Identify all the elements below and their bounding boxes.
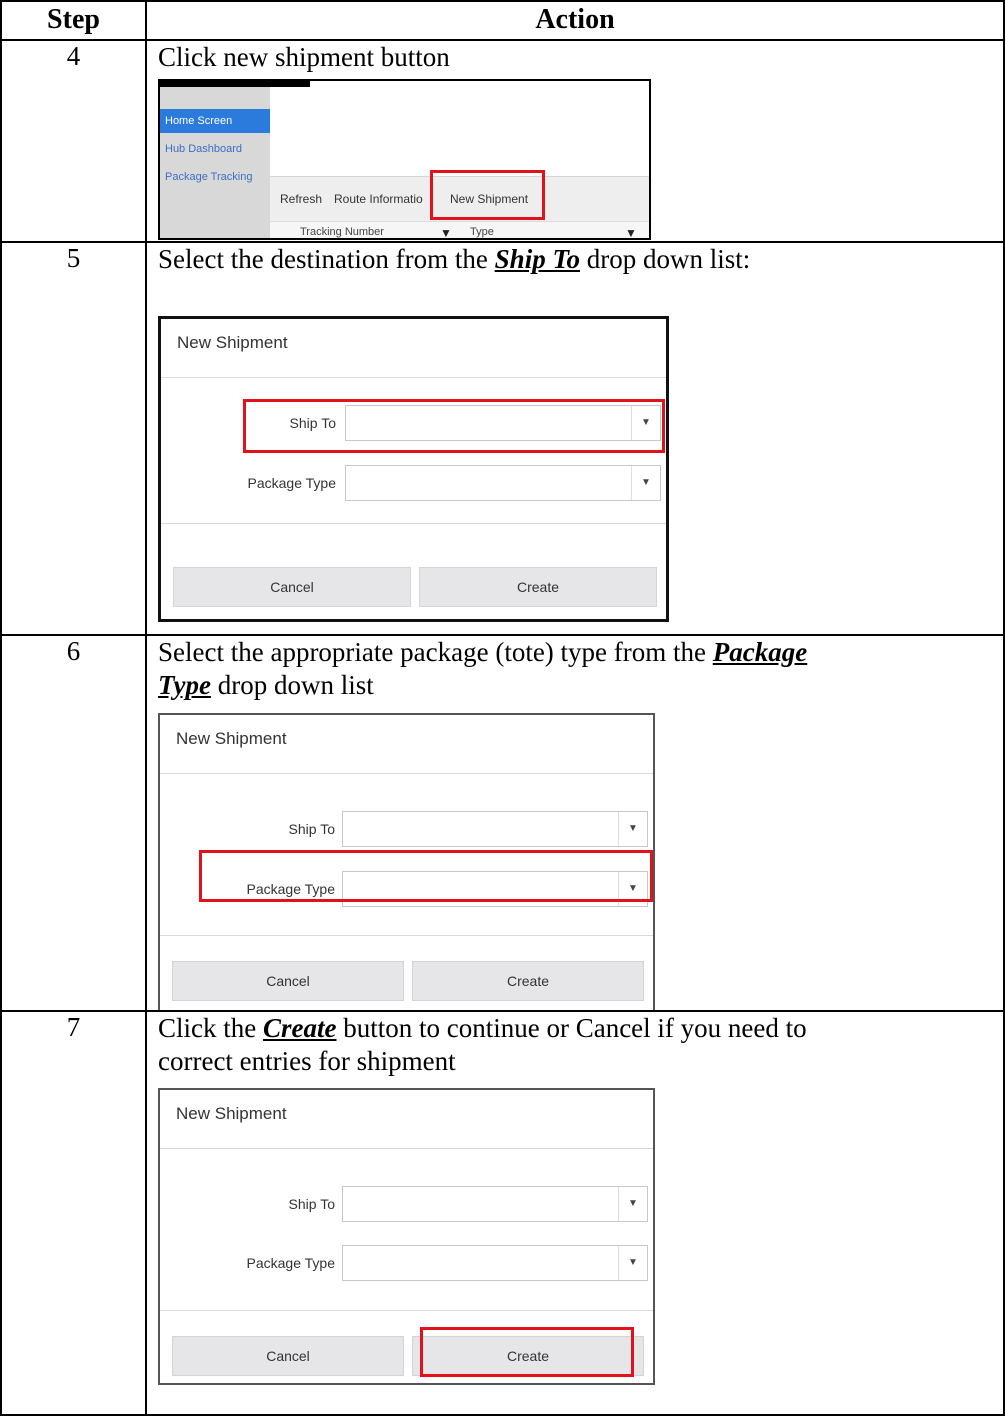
step-instruction: Click new shipment button bbox=[158, 42, 450, 72]
package-type-select[interactable]: ▼ bbox=[342, 1245, 648, 1281]
highlight-new-shipment bbox=[430, 170, 545, 220]
table-column-divider bbox=[145, 0, 147, 1416]
ship-to-select[interactable]: ▼ bbox=[342, 1186, 648, 1222]
step-instruction: Click the Create button to continue or C… bbox=[158, 1012, 978, 1078]
refresh-button[interactable]: Refresh bbox=[280, 177, 322, 221]
ship-to-label: Ship To bbox=[288, 1196, 335, 1212]
instruction-text: Select the appropriate package (tote) ty… bbox=[158, 637, 713, 667]
instruction-table: Step Action 4 Click new shipment button … bbox=[0, 0, 1005, 1416]
instruction-text: correct entries for shipment bbox=[158, 1046, 456, 1076]
table-border-left bbox=[0, 0, 2, 1416]
new-shipment-dialog: New Shipment Ship To ▼ Package Type ▼ Ca… bbox=[158, 316, 669, 622]
dialog-title: New Shipment bbox=[177, 333, 288, 352]
step-instruction: Select the appropriate package (tote) ty… bbox=[158, 636, 978, 702]
chevron-down-icon[interactable]: ▼ bbox=[618, 812, 647, 846]
highlight-create bbox=[420, 1327, 634, 1377]
sidebar-item-hub-dashboard[interactable]: Hub Dashboard bbox=[160, 137, 270, 161]
dialog-divider bbox=[160, 1148, 653, 1149]
step-number: 7 bbox=[66, 1012, 81, 1042]
keyword-package: Package bbox=[712, 637, 808, 667]
dialog-divider bbox=[160, 773, 653, 774]
keyword-type: Type bbox=[158, 670, 211, 700]
instruction-text: Click the bbox=[158, 1013, 263, 1043]
step-instruction: Select the destination from the Ship To … bbox=[158, 243, 978, 276]
screenshot-new-shipment-toolbar: Home Screen Hub Dashboard Package Tracki… bbox=[158, 79, 651, 240]
create-button[interactable]: Create bbox=[419, 567, 657, 607]
dialog-divider bbox=[161, 523, 666, 524]
package-type-label: Package Type bbox=[247, 475, 336, 491]
cancel-button[interactable]: Cancel bbox=[172, 1336, 404, 1376]
route-information-button[interactable]: Route Informatio bbox=[334, 177, 423, 221]
keyword-create: Create bbox=[262, 1013, 337, 1043]
dialog-title: New Shipment bbox=[176, 1104, 287, 1123]
cancel-button[interactable]: Cancel bbox=[173, 567, 411, 607]
header-action: Action bbox=[535, 4, 615, 35]
create-button[interactable]: Create bbox=[412, 961, 644, 1001]
dialog-divider bbox=[161, 377, 666, 378]
dialog-divider bbox=[160, 935, 653, 936]
instruction-text: drop down list bbox=[210, 670, 374, 700]
highlight-package-type bbox=[199, 850, 653, 902]
step-number: 4 bbox=[66, 41, 81, 71]
dialog-title: New Shipment bbox=[176, 729, 287, 748]
ship-to-label: Ship To bbox=[288, 821, 335, 837]
sidebar-item-package-tracking[interactable]: Package Tracking bbox=[160, 165, 270, 189]
filter-icon[interactable]: ▼ bbox=[625, 226, 637, 238]
package-type-label: Package Type bbox=[246, 1255, 335, 1271]
instruction-text: Select the destination from the bbox=[158, 244, 495, 274]
header-step: Step bbox=[47, 4, 100, 35]
instruction-text: drop down list: bbox=[579, 244, 751, 274]
keyword-ship-to: Ship To bbox=[494, 244, 580, 274]
step-number: 5 bbox=[66, 243, 81, 273]
chevron-down-icon[interactable]: ▼ bbox=[618, 1187, 647, 1221]
grid-header: Tracking Number ▼ Type ▼ bbox=[270, 221, 649, 238]
step-number: 6 bbox=[66, 636, 81, 666]
ship-to-select[interactable]: ▼ bbox=[342, 811, 648, 847]
filter-icon[interactable]: ▼ bbox=[440, 226, 452, 238]
package-type-select[interactable]: ▼ bbox=[345, 465, 661, 501]
chevron-down-icon[interactable]: ▼ bbox=[631, 466, 660, 500]
instruction-text: button to continue or Cancel if you need… bbox=[336, 1013, 807, 1043]
chevron-down-icon[interactable]: ▼ bbox=[618, 1246, 647, 1280]
dialog-divider bbox=[160, 1310, 653, 1311]
cancel-button[interactable]: Cancel bbox=[172, 961, 404, 1001]
sidebar: Home Screen Hub Dashboard Package Tracki… bbox=[160, 87, 270, 238]
highlight-ship-to bbox=[243, 399, 665, 453]
column-type: Type bbox=[470, 226, 494, 238]
sidebar-item-home-screen[interactable]: Home Screen bbox=[160, 109, 270, 133]
column-tracking-number: Tracking Number bbox=[300, 226, 384, 238]
